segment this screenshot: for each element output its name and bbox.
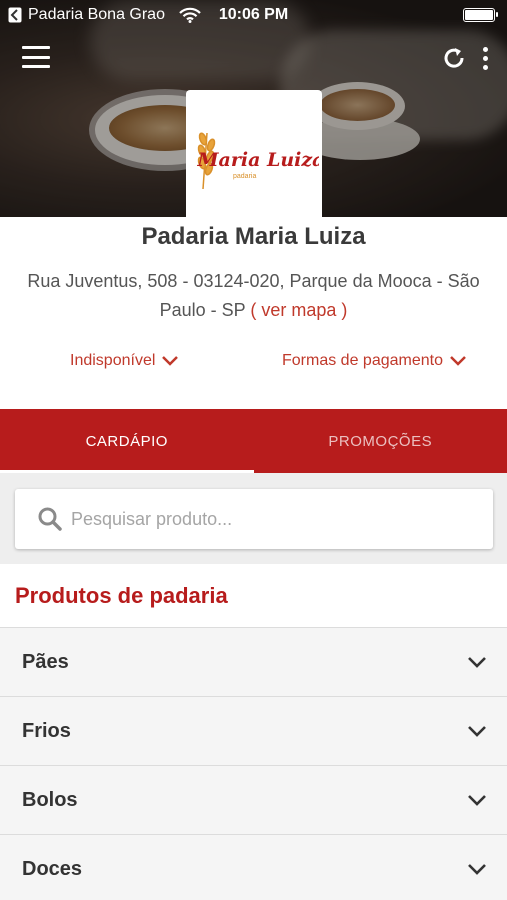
- section-header: Produtos de padaria: [0, 564, 507, 627]
- hamburger-menu-button[interactable]: [20, 44, 52, 70]
- logo-subtext: padaria: [233, 173, 256, 180]
- tab-promocoes[interactable]: PROMOÇÕES: [254, 409, 507, 473]
- status-bar: Padaria Bona Grao 10:06 PM: [0, 0, 507, 30]
- category-label: Doces: [22, 857, 83, 880]
- category-label: Frios: [22, 719, 71, 742]
- availability-label: Indisponível: [70, 352, 156, 369]
- status-time: 10:06 PM: [218, 6, 289, 23]
- chevron-down-icon: [162, 356, 179, 366]
- category-item-frios[interactable]: Frios: [0, 696, 507, 765]
- category-label: Bolos: [22, 788, 78, 811]
- search-input[interactable]: [71, 508, 451, 530]
- category-item-bolos[interactable]: Bolos: [0, 765, 507, 834]
- store-address: Rua Juventus, 508 - 03124-020, Parque da…: [20, 267, 487, 325]
- chevron-down-icon: [468, 725, 486, 737]
- category-item-paes[interactable]: Pães: [0, 627, 507, 696]
- payment-methods-dropdown[interactable]: Formas de pagamento: [282, 352, 467, 370]
- search-icon: [38, 507, 62, 531]
- chevron-down-icon: [468, 794, 486, 806]
- map-link-open: (: [250, 300, 257, 320]
- logo-text: Maria Luiza: [197, 149, 320, 171]
- chevron-down-icon: [468, 863, 486, 875]
- tab-bar: CARDÁPIO PROMOÇÕES: [0, 409, 507, 473]
- search-box: [15, 489, 493, 549]
- category-list: Pães Frios Bolos Doces: [0, 627, 507, 900]
- payment-methods-label: Formas de pagamento: [282, 352, 443, 369]
- map-link-close: ): [341, 300, 348, 320]
- store-info-panel: Padaria Maria Luiza Rua Juventus, 508 - …: [0, 217, 507, 409]
- search-area: [0, 473, 507, 564]
- refresh-icon: [444, 48, 464, 68]
- refresh-button[interactable]: [440, 44, 468, 72]
- battery-icon: [463, 8, 498, 22]
- availability-dropdown[interactable]: Indisponível: [70, 352, 179, 370]
- view-map-link[interactable]: ver mapa: [261, 300, 336, 320]
- category-item-doces[interactable]: Doces: [0, 834, 507, 900]
- store-logo: Maria Luiza padaria: [186, 90, 322, 222]
- more-options-button[interactable]: [476, 44, 494, 72]
- section-title: Produtos de padaria: [15, 583, 228, 608]
- chevron-down-icon: [450, 356, 466, 366]
- tab-cardapio[interactable]: CARDÁPIO: [0, 409, 254, 473]
- bakery-logo-image: Maria Luiza padaria: [197, 132, 320, 190]
- category-label: Pães: [22, 650, 69, 673]
- store-name: Padaria Maria Luiza: [141, 223, 366, 250]
- chevron-down-icon: [468, 656, 486, 668]
